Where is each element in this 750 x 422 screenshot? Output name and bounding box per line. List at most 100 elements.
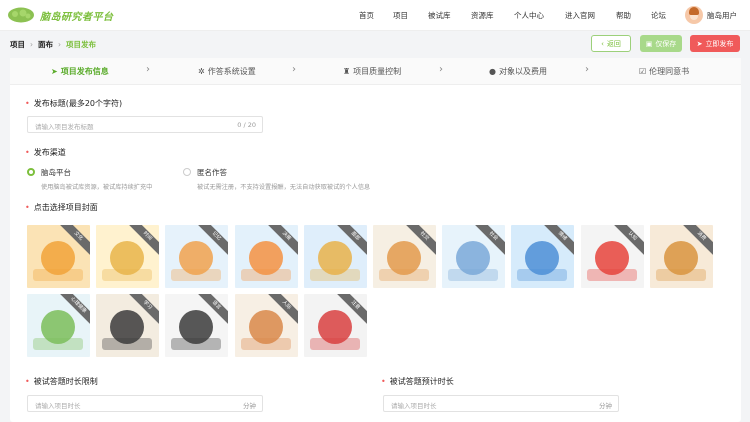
breadcrumb-item-publish[interactable]: 面布	[38, 39, 53, 50]
breadcrumb-separator: ›	[30, 40, 33, 49]
chevron-right-icon: ›	[146, 64, 150, 75]
title-input[interactable]: 请输入项目发布标题 0 / 20	[27, 116, 263, 133]
back-button[interactable]: ‹ 返回	[591, 35, 631, 52]
channel-radio-anonymous[interactable]	[183, 168, 191, 176]
cover-field-label-text: 点击选择项目封面	[33, 203, 98, 212]
cover-option[interactable]: 认知	[580, 225, 644, 288]
cover-illustration-detail	[171, 269, 222, 281]
cover-illustration-detail	[240, 269, 291, 281]
estimate-field-label-text: 被试答题预计时长	[389, 377, 454, 386]
save-button-label: 仅保存	[655, 39, 677, 48]
cover-illustration-detail	[586, 269, 637, 281]
cover-option[interactable]: 文化	[27, 225, 90, 288]
breadcrumb-item-current: 项目发布	[66, 40, 96, 49]
limit-field-label-text: 被试答题时长限制	[33, 377, 98, 386]
cover-option[interactable]: 消费	[649, 225, 713, 288]
cover-option[interactable]: 人际	[234, 294, 298, 357]
nav-resources[interactable]: 资源库	[471, 10, 494, 21]
nav-subject-pool[interactable]: 被试库	[428, 10, 451, 21]
step-ethics-consent[interactable]: ☑ 伦理同意书	[639, 66, 689, 77]
cover-illustration-detail	[309, 269, 360, 281]
chevron-right-icon: ›	[585, 64, 589, 75]
cover-option[interactable]: 社交	[373, 225, 436, 288]
required-mark: •	[25, 99, 30, 108]
gear-icon: ✲	[198, 67, 205, 76]
cover-option[interactable]: 社会	[442, 225, 506, 288]
nav-home[interactable]: 首页	[359, 10, 374, 21]
save-button[interactable]: ▣ 仅保存	[640, 35, 682, 52]
required-mark: •	[25, 377, 30, 386]
chevron-left-icon: ‹	[601, 39, 604, 48]
save-icon: ▣	[645, 39, 653, 48]
channel-option-title[interactable]: 脑岛平台	[41, 167, 71, 178]
cover-option[interactable]: 决策	[234, 225, 298, 288]
step-label: 作答系统设置	[207, 67, 256, 76]
title-field-label: • 发布标题(最多20个字符)	[25, 98, 122, 109]
channel-option-title[interactable]: 匿名作答	[197, 167, 227, 178]
cover-illustration-detail	[33, 269, 83, 281]
step-navigation: ➤ 项目发布信息 › ✲ 作答系统设置 › ♜ 项目质量控制 › ● 对象以及费…	[10, 58, 741, 85]
app-logo[interactable]: 脑岛研究者平台	[6, 6, 114, 24]
user-icon: ●	[489, 67, 496, 76]
user-name: 脑岛用户	[707, 10, 737, 20]
nav-projects[interactable]: 项目	[393, 10, 408, 21]
breadcrumb: 项目 › 面布 › 项目发布	[10, 39, 96, 50]
title-input-placeholder: 请输入项目发布标题	[35, 123, 94, 131]
title-char-counter: 0 / 20	[237, 121, 256, 129]
estimate-time-input[interactable]: 请输入项目时长 分钟	[383, 395, 619, 412]
send-icon: ➤	[696, 39, 703, 48]
cover-option[interactable]: 注意	[303, 294, 367, 357]
step-label: 项目发布信息	[60, 67, 109, 76]
cover-option[interactable]: 情绪	[511, 225, 575, 288]
cover-option[interactable]: 面部	[303, 225, 367, 288]
brain-logo-icon	[8, 7, 34, 23]
back-button-label: 返回	[606, 39, 621, 48]
step-subjects-fees[interactable]: ● 对象以及费用	[489, 66, 547, 77]
cover-illustration-detail	[171, 338, 222, 350]
cover-option[interactable]: 心理健康	[27, 294, 90, 357]
channel-radio-naodao[interactable]	[27, 168, 35, 176]
estimate-time-placeholder: 请输入项目时长	[391, 402, 437, 410]
cover-illustration-detail	[655, 269, 706, 281]
user-menu[interactable]: 脑岛用户	[685, 6, 737, 24]
avatar	[685, 6, 703, 24]
limit-field-label: • 被试答题时长限制	[25, 376, 98, 387]
estimate-field-label: • 被试答题预计时长	[381, 376, 454, 387]
cover-illustration-detail	[517, 269, 568, 281]
nav-official-site[interactable]: 进入官网	[565, 10, 595, 21]
estimate-time-unit: 分钟	[599, 402, 612, 410]
nav-personal-center[interactable]: 个人中心	[514, 10, 544, 21]
chevron-right-icon: ›	[292, 64, 296, 75]
step-publish-info[interactable]: ➤ 项目发布信息	[51, 66, 109, 77]
breadcrumb-separator: ›	[58, 40, 61, 49]
required-mark: •	[25, 148, 30, 157]
publish-form-card: ➤ 项目发布信息 › ✲ 作答系统设置 › ♜ 项目质量控制 › ● 对象以及费…	[10, 58, 741, 422]
cover-option[interactable]: 时间	[96, 225, 160, 288]
nav-help[interactable]: 帮助	[616, 10, 631, 21]
time-limit-input[interactable]: 请输入项目时长 分钟	[27, 395, 263, 412]
cover-illustration-detail	[448, 269, 499, 281]
step-label: 伦理同意书	[649, 67, 690, 76]
top-navigation: 脑岛研究者平台 首页 项目 被试库 资源库 个人中心 进入官网 帮助 论坛 脑岛…	[0, 0, 750, 31]
channel-option-desc: 使用脑岛被试库资源，被试库持续扩充中	[41, 184, 153, 191]
step-label: 项目质量控制	[353, 67, 402, 76]
cover-option[interactable]: 记忆	[165, 225, 229, 288]
app-name: 脑岛研究者平台	[40, 11, 114, 23]
cover-illustration-detail	[102, 269, 153, 281]
time-limit-placeholder: 请输入项目时长	[35, 402, 81, 410]
nav-forum[interactable]: 论坛	[651, 10, 666, 21]
required-mark: •	[381, 377, 386, 386]
cover-illustration-detail	[33, 338, 83, 350]
required-mark: •	[25, 203, 30, 212]
step-label: 对象以及费用	[498, 67, 547, 76]
step-quality-control[interactable]: ♜ 项目质量控制	[343, 66, 401, 77]
title-field-label-text: 发布标题(最多20个字符)	[33, 99, 123, 108]
publish-button[interactable]: ➤ 立即发布	[690, 35, 740, 52]
time-limit-unit: 分钟	[243, 402, 256, 410]
quality-icon: ♜	[343, 67, 351, 76]
breadcrumb-item-projects[interactable]: 项目	[10, 39, 25, 50]
step-answer-settings[interactable]: ✲ 作答系统设置	[198, 66, 256, 77]
cover-illustration-detail	[379, 269, 429, 281]
cover-option[interactable]: 学习	[96, 294, 160, 357]
cover-option[interactable]: 语言	[165, 294, 229, 357]
